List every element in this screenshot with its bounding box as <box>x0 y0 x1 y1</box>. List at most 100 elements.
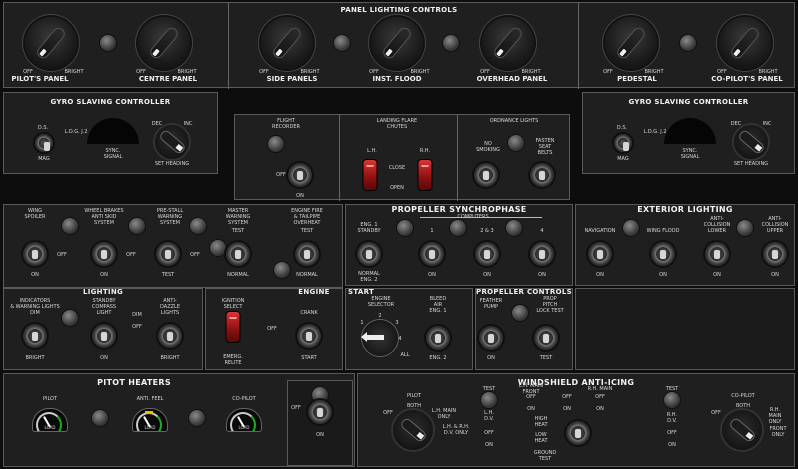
overhead-panel-dimmer-knob[interactable] <box>482 17 534 69</box>
pilot-panel-dimmer-knob[interactable] <box>25 17 77 69</box>
pre-stall-switch[interactable] <box>156 242 180 266</box>
co-pilot-windshield-selector[interactable] <box>722 410 762 450</box>
computer-4-switch[interactable] <box>530 242 554 266</box>
ignition-select-label: IGNITION SELECT <box>221 298 245 310</box>
close-label: CLOSE <box>388 165 406 171</box>
off-label: OFF <box>711 410 721 416</box>
anti-collision-upper-label: ANTI- COLLISION UPPER <box>761 216 789 234</box>
gyro-mode-switch[interactable] <box>35 134 53 152</box>
on-label: ON <box>487 355 495 361</box>
co-pilot-pitot-load-gauge: LOAD <box>226 408 262 432</box>
pitot-heater-switch[interactable] <box>308 400 332 424</box>
computers-bracket <box>420 217 542 218</box>
synchrophase-master-switch[interactable] <box>357 242 381 266</box>
pitot-title: PITOT HEATERS <box>97 378 171 387</box>
anti-collision-lower-switch[interactable] <box>705 242 729 266</box>
test-lamp[interactable] <box>100 35 116 51</box>
no-smoking-switch[interactable] <box>474 163 498 187</box>
co-pilot-panel-dimmer-knob[interactable] <box>719 17 771 69</box>
rh-main-only-label: R.H. MAIN ONLY <box>768 407 782 425</box>
off-label: OFF <box>190 252 200 258</box>
lh-flare-chute-switch[interactable] <box>363 160 377 190</box>
on-label: ON <box>296 193 304 199</box>
anti-collision-upper-switch[interactable] <box>763 242 787 266</box>
load-label: LOAD <box>238 425 250 430</box>
off-label: OFF <box>603 69 613 75</box>
centre-panel-dimmer-knob[interactable] <box>138 17 190 69</box>
wheel-brakes-switch[interactable] <box>92 242 116 266</box>
pilot-windshield-selector[interactable] <box>393 410 433 450</box>
computer-1-switch[interactable] <box>420 242 444 266</box>
ignition-select-switch[interactable] <box>226 312 240 342</box>
inst-flood-dimmer-knob[interactable] <box>371 17 423 69</box>
both-label: BOTH <box>735 403 751 409</box>
wheel-brakes-title: WHEEL BRAKES ANTI SKID SYSTEM <box>84 208 124 226</box>
indicators-dimmer-switch[interactable] <box>23 324 47 348</box>
test-lamp[interactable] <box>334 35 350 51</box>
on-label: ON <box>428 272 436 278</box>
sync-signal-label: SYNC. SIGNAL <box>680 148 700 160</box>
gyro-left-title: GYRO SLAVING CONTROLLER <box>50 98 171 106</box>
set-heading-knob[interactable] <box>155 125 189 159</box>
side-panels-label: SIDE PANELS <box>266 75 318 83</box>
dec-label: DEC <box>151 121 163 127</box>
mag-label: MAG <box>617 156 629 162</box>
set-heading-label: SET HEADING <box>154 161 190 167</box>
test-lamp[interactable] <box>443 35 459 51</box>
pre-stall-title: PRE-STALL WARNING SYSTEM <box>156 208 184 226</box>
computer-1-label: 1 <box>430 228 434 234</box>
engine-4-label: 4 <box>398 336 402 342</box>
standby-compass-switch[interactable] <box>92 324 116 348</box>
pedestal-label: PEDESTAL <box>617 75 657 83</box>
master-warning-switch[interactable] <box>226 242 250 266</box>
flight-recorder-switch[interactable] <box>288 163 312 187</box>
dim-off-label: DIM OFF <box>132 312 142 330</box>
bright-label: BRIGHT <box>25 355 45 361</box>
exterior-lamp <box>737 220 753 236</box>
rh-label: R.H. <box>419 148 431 154</box>
engine-3-label: 3 <box>395 320 399 326</box>
side-panels-dimmer-knob[interactable] <box>261 17 313 69</box>
engine-start-switch[interactable] <box>297 324 321 348</box>
blank-panel <box>575 288 795 370</box>
off-on-label: OFF ON <box>667 430 677 448</box>
navigation-light-switch[interactable] <box>588 242 612 266</box>
normal-label: NORMAL <box>227 272 249 278</box>
feather-pump-switch[interactable] <box>479 326 503 350</box>
ldg-label: L.D.G. J.2 <box>64 129 88 135</box>
front-only-label: FRONT ONLY <box>769 426 787 438</box>
engine-2-label: 2 <box>378 313 382 319</box>
eng1-standby-label: ENG. 1 STANDBY <box>357 222 381 234</box>
rh-flare-chute-switch[interactable] <box>418 160 432 190</box>
windshield-lamp <box>664 392 680 408</box>
wing-spoiler-switch[interactable] <box>23 242 47 266</box>
engine-selector-knob[interactable] <box>361 320 398 356</box>
start-label: START <box>301 355 317 361</box>
test-label: TEST <box>300 228 314 234</box>
computer-23-label: 2 & 3 <box>480 228 494 234</box>
off-label: OFF <box>291 405 301 411</box>
wing-flood-switch[interactable] <box>651 242 675 266</box>
divider <box>339 115 340 201</box>
windshield-lamp <box>481 392 497 408</box>
computer-4-label: 4 <box>540 228 544 234</box>
navigation-label: NAVIGATION <box>584 228 616 234</box>
wing-flood-label: WING FLOOD <box>646 228 680 234</box>
open-label: OPEN <box>390 185 404 191</box>
pedestal-dimmer-knob[interactable] <box>605 17 657 69</box>
heat-test-switch[interactable] <box>566 421 590 445</box>
computer-23-switch[interactable] <box>475 242 499 266</box>
on-label: ON <box>596 272 604 278</box>
fasten-seat-belts-switch[interactable] <box>530 163 554 187</box>
set-heading-knob[interactable] <box>734 125 768 159</box>
inc-label: INC <box>183 121 193 127</box>
bleed-air-switch[interactable] <box>426 326 450 350</box>
both-label: BOTH <box>406 403 422 409</box>
rh-dv-label: R.H. D.V. <box>666 412 678 424</box>
lhrh-dv-label: L.H. & R.H. D.V. ONLY <box>442 424 470 436</box>
engine-fire-test-switch[interactable] <box>295 242 319 266</box>
test-lamp[interactable] <box>680 35 696 51</box>
gyro-mode-switch[interactable] <box>614 134 632 152</box>
prop-pitch-lock-test-switch[interactable] <box>534 326 558 350</box>
anti-dazzle-switch[interactable] <box>158 324 182 348</box>
